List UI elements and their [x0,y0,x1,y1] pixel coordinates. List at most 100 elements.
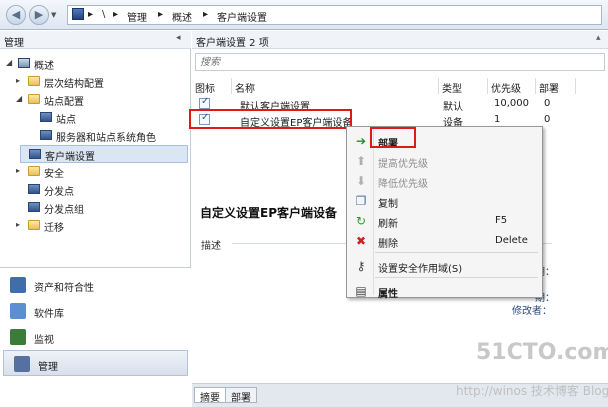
tree-item-label: 迁移 [44,223,64,234]
menu-item-decrease-priority[interactable]: ⬇ 降低优先级 [349,171,540,191]
folder-icon [28,166,40,176]
row-deployments: 0 [544,114,551,125]
column-priority[interactable]: 优先级 [488,78,536,95]
menu-item-label: 提高优先级 [378,159,428,170]
collapsed-arrow-icon[interactable]: ▸ [16,166,20,175]
tree-item[interactable]: 客户端设置 [20,145,188,163]
folder-icon [28,76,40,86]
menu-item-copy[interactable]: ❐ 复制 [349,191,540,211]
copy-icon: ❐ [355,194,367,208]
menu-item-label: 属性 [378,289,398,300]
distribution-point-icon [28,184,40,194]
menu-separator [375,252,538,253]
deploy-icon: ➔ [355,134,367,148]
list-title: 客户端设置 2 项 [196,38,269,49]
pane-title: 管理 [4,38,24,49]
menu-item-label: 复制 [378,199,398,210]
chevron-down-icon[interactable]: ▼ [51,11,56,19]
tree-item-label: 站点 [56,115,76,126]
column-type[interactable]: 类型 [439,78,488,95]
distribution-group-icon [28,202,40,212]
highlight-box [370,127,416,148]
tree-item[interactable]: ▸ 迁移 [0,217,191,235]
administration-icon [14,356,30,372]
tree-item-label: 分发点组 [44,205,84,216]
workspace-switcher: 资产和符合性软件库监视管理 [0,267,191,407]
workspace-label: 资产和符合性 [34,283,94,294]
tree-item[interactable]: ▸ 层次结构配置 [0,73,191,91]
search-box[interactable] [195,53,605,71]
properties-icon: ▤ [355,284,367,298]
tree-item-label: 客户端设置 [45,152,95,163]
client-settings-icon [29,149,41,159]
tree-item-label: 服务器和站点系统角色 [56,133,156,144]
row-priority: 10,000 [494,98,529,109]
tree-item[interactable]: ◢ 概述 [0,55,191,73]
breadcrumb-separator: ▸ [113,9,119,20]
collapse-icon[interactable]: ◂ [176,33,181,43]
menu-item-increase-priority[interactable]: ⬆ 提高优先级 [349,151,540,171]
column-icon[interactable]: 图标 [192,78,232,95]
workspace-administration[interactable]: 管理 [3,350,188,376]
delete-icon: ✖ [355,234,367,248]
breadcrumb-overview[interactable]: 概述 [172,9,192,24]
console-icon [72,8,84,20]
assets-icon [10,277,26,293]
refresh-icon: ↻ [355,214,367,228]
expanded-arrow-icon[interactable]: ◢ [16,94,22,103]
breadcrumb-separator: ▸ [158,9,164,20]
server-icon [40,130,52,140]
column-deployments[interactable]: 部署 [536,78,576,95]
folder-icon [28,94,40,104]
monitoring-icon [10,329,26,345]
breadcrumb-root[interactable]: \ [102,9,105,20]
software-library-icon [10,303,26,319]
forward-icon[interactable]: ▶ [29,5,49,25]
back-icon[interactable]: ◀ [6,5,26,25]
row-priority: 1 [494,114,501,125]
breadcrumb-administration[interactable]: 管理 [127,9,147,24]
collapsed-arrow-icon[interactable]: ▸ [16,220,20,229]
menu-item-security-scope[interactable]: ⚷ 设置安全作用域(S) [349,256,540,276]
tree-item[interactable]: 分发点 [0,181,191,199]
overview-icon [18,58,30,68]
collapse-icon[interactable]: ▴ [596,33,601,43]
tree-item[interactable]: ▸ 安全 [0,163,191,181]
list-header: 客户端设置 2 项 ▴ [192,31,608,49]
menu-item-label: 刷新 [378,219,398,230]
pane-header: 管理 ◂ [0,31,191,49]
row-type: 默认 [443,102,463,113]
tree-item-label: 概述 [34,61,54,72]
detail-field-label: 修改者： [512,306,552,317]
client-settings-icon [199,96,210,109]
shortcut-key: F5 [495,215,508,226]
address-bar[interactable]: ▸ \ ▸ 管理 ▸ 概述 ▸ 客户端设置 [67,5,602,25]
tree-item-label: 分发点 [44,187,74,198]
tree-item-label: 站点配置 [44,97,84,108]
menu-item-label: 设置安全作用域(S) [378,264,463,275]
tree-item[interactable]: 站点 [0,109,191,127]
column-name[interactable]: 名称 [232,78,439,95]
workspace-label: 监视 [34,335,54,346]
tree-item[interactable]: 分发点组 [0,199,191,217]
menu-item-delete[interactable]: ✖ 删除 Delete [349,231,540,251]
expanded-arrow-icon[interactable]: ◢ [6,58,12,67]
tree-item[interactable]: 服务器和站点系统角色 [0,127,191,145]
breadcrumb-client-settings[interactable]: 客户端设置 [217,9,267,24]
workspace-monitoring[interactable]: 监视 [0,324,191,350]
breadcrumb-separator: ▸ [203,9,209,20]
watermark-logo: 51CTO.com [476,340,608,365]
tab-deployments[interactable]: 部署 [225,387,257,404]
workspace-assets[interactable]: 资产和符合性 [0,272,191,298]
workspace-software-library[interactable]: 软件库 [0,298,191,324]
detail-title: 自定义设置EP客户端设备 [200,206,337,220]
collapsed-arrow-icon[interactable]: ▸ [16,76,20,85]
tab-summary[interactable]: 摘要 [194,387,226,404]
tree-item[interactable]: ◢ 站点配置 [0,91,191,109]
menu-item-refresh[interactable]: ↻ 刷新 F5 [349,211,540,231]
tree-item-label: 层次结构配置 [44,79,104,90]
navigation-bar: ◀ ▶ ▼ ▸ \ ▸ 管理 ▸ 概述 ▸ 客户端设置 [0,0,608,30]
navigation-pane: 管理 ◂ ◢ 概述 ▸ 层次结构配置 ◢ 站点配置站点服务器和站点系统角色客户端设置 ▸ 安全… [0,31,191,407]
search-input[interactable] [196,54,604,70]
menu-item-properties[interactable]: ▤ 属性 [349,281,540,301]
